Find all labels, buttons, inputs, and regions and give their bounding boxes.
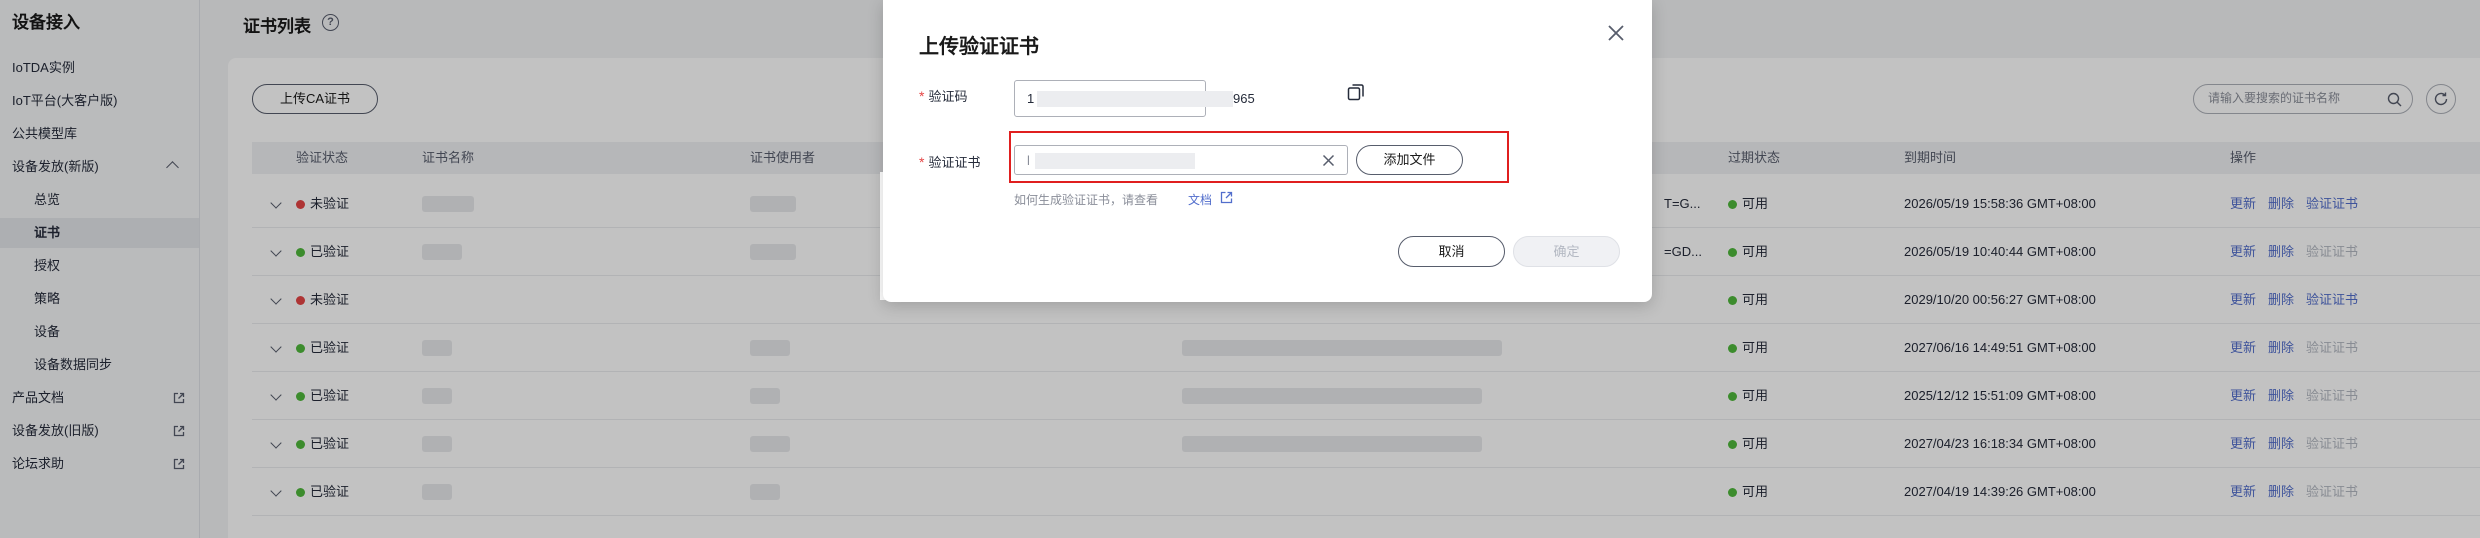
upload-verification-cert-dialog: 上传验证证书 * 验证码 1 965 * 验证证书 l 添加文件 如何生成验证证书，… xyxy=(883,0,1652,302)
doc-link[interactable]: 文档 xyxy=(1188,191,1212,208)
close-icon[interactable] xyxy=(1605,22,1627,44)
cert-label: * 验证证书 xyxy=(919,152,980,171)
confirm-button[interactable]: 确定 xyxy=(1513,236,1620,267)
required-mark: * xyxy=(919,88,925,104)
external-link-icon[interactable] xyxy=(1220,191,1233,204)
add-file-button[interactable]: 添加文件 xyxy=(1356,145,1463,175)
verification-code-mask xyxy=(1037,91,1233,107)
cancel-button[interactable]: 取消 xyxy=(1398,236,1505,267)
dialog-title: 上传验证证书 xyxy=(919,36,1039,58)
help-hint: 如何生成验证证书，请查看 xyxy=(1014,193,1159,207)
verification-code-field[interactable]: 1 965 xyxy=(1014,80,1255,117)
code-label: * 验证码 xyxy=(919,86,967,105)
code-label-text: 验证码 xyxy=(928,89,968,104)
cert-file-name-start: l xyxy=(1027,153,1030,168)
verification-code-start: 1 xyxy=(1027,91,1035,106)
copy-icon[interactable] xyxy=(1346,82,1366,102)
cert-file-field[interactable]: l xyxy=(1014,145,1348,175)
clear-icon[interactable] xyxy=(1322,154,1335,167)
cert-file-name-mask xyxy=(1035,153,1195,169)
verification-code-end: 965 xyxy=(1233,91,1255,106)
required-mark: * xyxy=(919,154,925,170)
cert-label-text: 验证证书 xyxy=(928,155,981,170)
